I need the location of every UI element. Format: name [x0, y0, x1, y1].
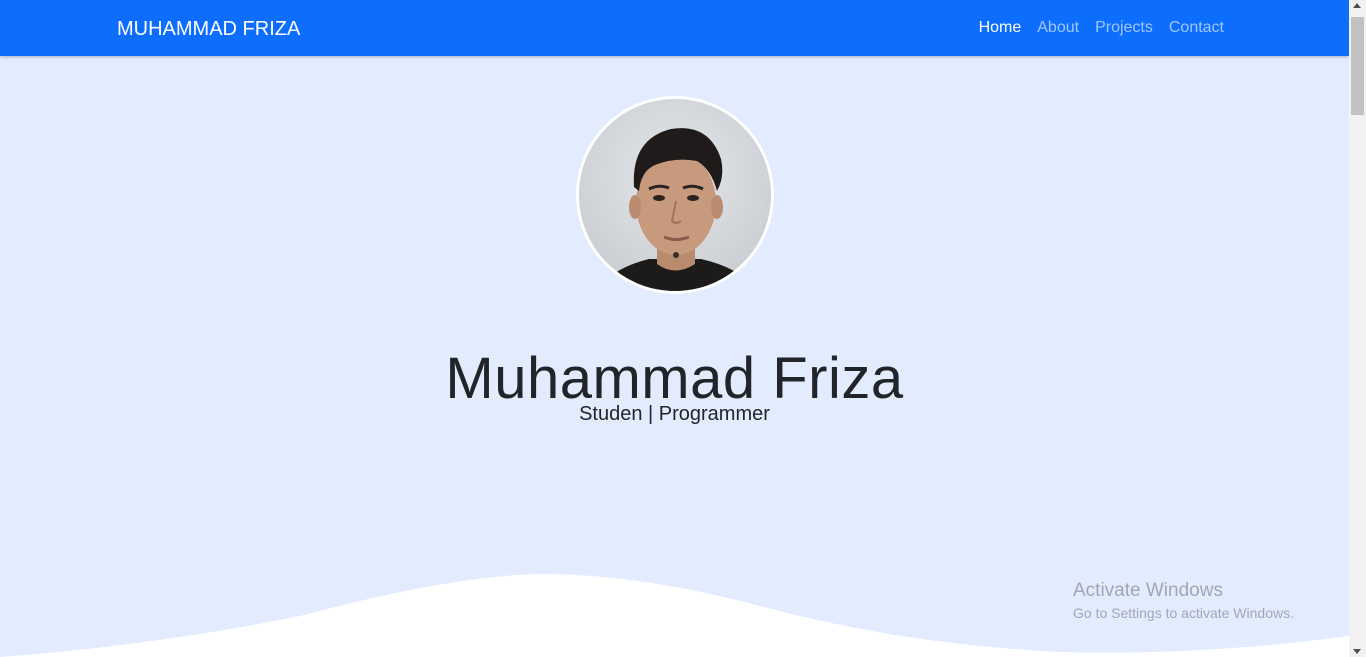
navbar: MUHAMMAD FRIZA Home About Projects Conta… [0, 0, 1349, 56]
scroll-down-arrow-icon[interactable] [1353, 649, 1361, 654]
nav-link-contact[interactable]: Contact [1169, 18, 1224, 38]
browser-viewport: MUHAMMAD FRIZA Home About Projects Conta… [0, 0, 1366, 657]
hero-section: Muhammad Friza Studen | Programmer [0, 56, 1349, 657]
vertical-scrollbar[interactable] [1349, 0, 1366, 657]
wave-divider [0, 574, 1349, 657]
hero-subtitle: Studen | Programmer [579, 403, 770, 425]
nav-link-about[interactable]: About [1037, 18, 1079, 38]
scroll-up-arrow-icon[interactable] [1353, 3, 1361, 8]
avatar [576, 96, 774, 294]
nav-links: Home About Projects Contact [979, 18, 1224, 38]
scrollbar-thumb[interactable] [1351, 17, 1364, 115]
nav-link-home[interactable]: Home [979, 18, 1022, 38]
brand-logo[interactable]: MUHAMMAD FRIZA [117, 17, 300, 41]
profile-photo-icon [579, 99, 771, 291]
nav-link-projects[interactable]: Projects [1095, 18, 1153, 38]
